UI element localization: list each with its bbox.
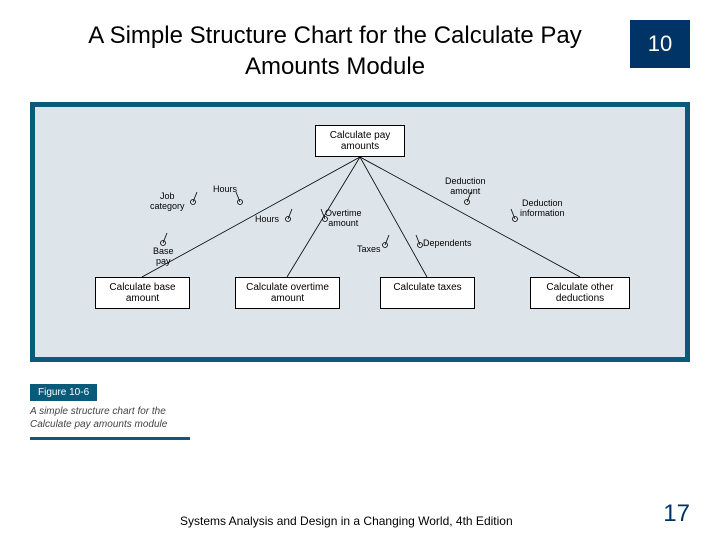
slide-header: A Simple Structure Chart for the Calcula…: [0, 0, 720, 92]
footer-text: Systems Analysis and Design in a Changin…: [180, 514, 513, 528]
chapter-number-badge: 10: [630, 20, 690, 68]
node-calculate-deductions: Calculate other deductions: [530, 277, 630, 309]
slide-title: A Simple Structure Chart for the Calcula…: [60, 20, 610, 82]
figure-caption-block: Figure 10-6 A simple structure chart for…: [30, 382, 190, 440]
label-hours-2: Hours: [255, 215, 279, 224]
label-deduction-information: Deductioninformation: [520, 199, 565, 218]
label-dependents: Dependents: [423, 239, 472, 248]
label-taxes: Taxes: [357, 245, 381, 254]
figure-caption-text: A simple structure chart for the Calcula…: [30, 405, 190, 440]
node-root: Calculate pay amounts: [315, 125, 405, 157]
slide-footer: Systems Analysis and Design in a Changin…: [0, 500, 720, 528]
node-calculate-taxes: Calculate taxes: [380, 277, 475, 309]
node-calculate-overtime: Calculate overtime amount: [235, 277, 340, 309]
label-base-pay: Basepay: [153, 247, 174, 266]
node-calculate-base: Calculate base amount: [95, 277, 190, 309]
label-overtime-amount: Overtimeamount: [325, 209, 362, 228]
label-job-category: Jobcategory: [150, 192, 185, 211]
page-number: 17: [663, 500, 690, 528]
figure-tag: Figure 10-6: [30, 384, 97, 401]
structure-chart: Calculate pay amounts Calculate base amo…: [30, 102, 690, 362]
label-hours-1: Hours: [213, 185, 237, 194]
label-deduction-amount: Deductionamount: [445, 177, 486, 196]
